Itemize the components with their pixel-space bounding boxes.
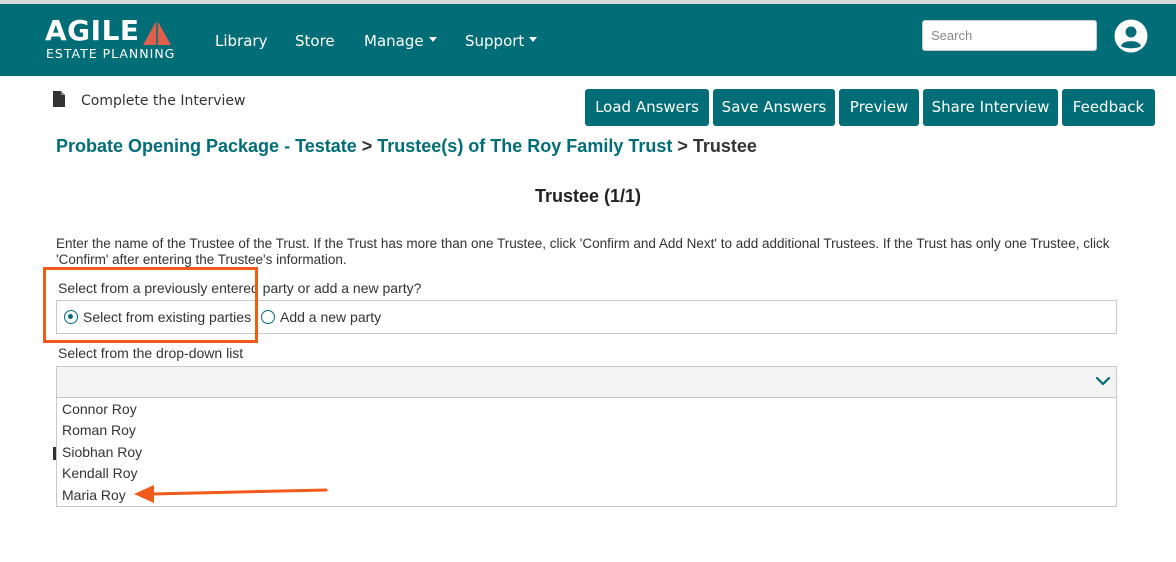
user-avatar-icon[interactable] — [1114, 19, 1148, 53]
load-answers-button[interactable]: Load Answers — [585, 89, 709, 126]
document-icon — [53, 91, 65, 107]
radio-add-new[interactable]: Add a new party — [261, 308, 386, 326]
breadcrumb-current: Trustee — [692, 136, 757, 156]
breadcrumb: Probate Opening Package - Testate > Trus… — [56, 136, 757, 156]
breadcrumb-separator: > — [356, 136, 378, 156]
search-input[interactable] — [922, 20, 1097, 51]
instructions-text: Enter the name of the Trustee of the Tru… — [56, 236, 1110, 267]
caret-down-icon — [529, 37, 538, 42]
breadcrumb-package[interactable]: Probate Opening Package - Testate — [56, 136, 357, 156]
nav-support-label: Support — [465, 32, 525, 50]
logo-subtitle: ESTATE PLANNING — [46, 46, 176, 61]
caret-down-icon — [428, 37, 437, 42]
section-title: Trustee (1/1) — [534, 186, 642, 206]
share-interview-button[interactable]: Share Interview — [923, 89, 1058, 126]
preview-button[interactable]: Preview — [839, 89, 919, 126]
nav-support[interactable]: Support — [465, 32, 538, 50]
logo-wordmark[interactable]: AGILE — [45, 15, 140, 47]
dropdown-option[interactable]: Maria Roy — [62, 485, 126, 505]
party-dropdown[interactable] — [56, 366, 1117, 398]
feedback-button[interactable]: Feedback — [1062, 89, 1155, 126]
text-cursor-fragment — [53, 447, 56, 460]
radio-select-existing[interactable]: Select from existing parties — [64, 308, 254, 326]
radio-checked-icon — [64, 310, 78, 324]
radio-existing-label: Select from existing parties — [83, 309, 252, 325]
dropdown-label: Select from the drop-down list — [58, 345, 244, 361]
radio-new-label: Add a new party — [280, 309, 382, 325]
logo-triangle-icon — [143, 20, 171, 45]
nav-manage-label: Manage — [364, 32, 424, 50]
breadcrumb-separator: > — [672, 136, 693, 156]
radio-unchecked-icon — [261, 310, 275, 324]
dropdown-option[interactable]: Connor Roy — [62, 399, 137, 419]
nav-store[interactable]: Store — [295, 32, 335, 50]
page-subtitle: Complete the Interview — [81, 93, 246, 109]
nav-library[interactable]: Library — [215, 32, 267, 50]
chevron-down-icon[interactable] — [1095, 374, 1111, 388]
dropdown-option[interactable]: Kendall Roy — [62, 463, 138, 483]
dropdown-options-list — [56, 398, 1117, 507]
dropdown-option[interactable]: Roman Roy — [62, 420, 136, 440]
breadcrumb-trustees[interactable]: Trustee(s) of The Roy Family Trust — [377, 136, 672, 156]
save-answers-button[interactable]: Save Answers — [713, 89, 835, 126]
party-question-label: Select from a previously entered party o… — [58, 280, 422, 296]
nav-manage[interactable]: Manage — [364, 32, 437, 50]
dropdown-option[interactable]: Siobhan Roy — [62, 442, 142, 462]
